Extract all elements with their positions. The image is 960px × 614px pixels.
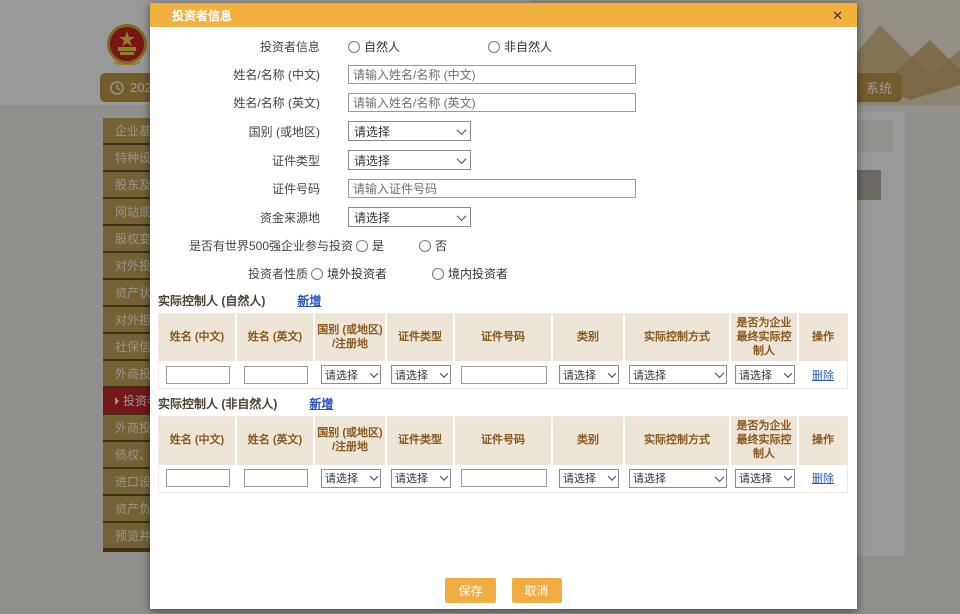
row-fortune500: 是否有世界500强企业参与投资 是 否 — [158, 236, 849, 255]
ctrl-name-en-input[interactable] — [244, 469, 308, 487]
chevron-down-icon — [457, 154, 467, 164]
chevron-down-icon — [370, 472, 378, 480]
modal-body: 投资者信息 自然人 非自然人 姓名/名称 (中文) 姓名/名称 (英文) 国别 … — [150, 27, 857, 493]
ctrl-cert-no-input[interactable] — [461, 366, 547, 384]
table-row: 请选择 请选择 请选择 请选择 请选择 删除 — [159, 361, 847, 388]
radio-fortune500-no[interactable]: 否 — [419, 237, 447, 254]
add-nonnatural-controller-link[interactable]: 新增 — [309, 395, 333, 412]
modal-footer: 保存 取消 — [150, 578, 857, 603]
cert-no-label: 证件号码 — [158, 180, 320, 197]
ctrl-name-en-input[interactable] — [244, 366, 308, 384]
chevron-down-icon — [608, 472, 616, 480]
section-title: 实际控制人 (自然人) — [158, 292, 265, 309]
radio-fortune500-yes[interactable]: 是 — [356, 237, 384, 254]
chevron-down-icon — [715, 368, 725, 378]
table-header-row: 姓名 (中文) 姓名 (英文) 国别 (或地区) /注册地 证件类型 证件号码 … — [159, 417, 847, 464]
radio-icon — [488, 41, 500, 53]
ctrl-cert-no-input[interactable] — [461, 469, 547, 487]
table-row: 请选择 请选择 请选择 请选择 请选择 删除 — [159, 465, 847, 492]
modal-titlebar: 投资者信息 ✕ — [150, 3, 857, 27]
cancel-button[interactable]: 取消 — [512, 578, 562, 603]
ctrl-ultimate-select[interactable]: 请选择 — [735, 469, 795, 488]
natural-controller-table: 姓名 (中文) 姓名 (英文) 国别 (或地区) /注册地 证件类型 证件号码 … — [158, 313, 848, 389]
add-natural-controller-link[interactable]: 新增 — [297, 292, 321, 309]
chevron-down-icon — [370, 369, 378, 377]
fortune500-label: 是否有世界500强企业参与投资 — [158, 237, 353, 254]
chevron-down-icon — [608, 369, 616, 377]
row-country: 国别 (或地区) 请选择 — [158, 121, 849, 141]
chevron-down-icon — [440, 472, 448, 480]
investor-info-modal: 投资者信息 ✕ 投资者信息 自然人 非自然人 姓名/名称 (中文) 姓名/名称 … — [150, 3, 857, 609]
row-investor-type: 投资者信息 自然人 非自然人 — [158, 37, 849, 56]
cert-type-label: 证件类型 — [158, 152, 320, 169]
ctrl-name-cn-input[interactable] — [166, 469, 230, 487]
country-select[interactable]: 请选择 — [348, 121, 471, 141]
row-name-en: 姓名/名称 (英文) — [158, 93, 849, 112]
chevron-down-icon — [784, 369, 792, 377]
row-investor-nature: 投资者性质 境外投资者 境内投资者 — [158, 264, 849, 283]
radio-icon — [432, 268, 444, 280]
cert-no-input[interactable] — [348, 179, 636, 198]
radio-domestic-investor[interactable]: 境内投资者 — [432, 265, 508, 282]
ctrl-category-select[interactable]: 请选择 — [559, 469, 619, 488]
radio-natural-person[interactable]: 自然人 — [348, 38, 400, 55]
fund-source-select[interactable]: 请选择 — [348, 207, 471, 227]
section-title: 实际控制人 (非自然人) — [158, 395, 277, 412]
ctrl-ultimate-select[interactable]: 请选择 — [735, 365, 795, 384]
modal-title: 投资者信息 — [172, 7, 832, 24]
name-cn-label: 姓名/名称 (中文) — [158, 66, 320, 83]
fund-source-label: 资金来源地 — [158, 209, 320, 226]
row-name-cn: 姓名/名称 (中文) — [158, 65, 849, 84]
ctrl-country-select[interactable]: 请选择 — [321, 469, 381, 488]
chevron-down-icon — [715, 472, 725, 482]
delete-row-link[interactable]: 删除 — [812, 470, 834, 486]
row-cert-no: 证件号码 — [158, 179, 849, 198]
nonnatural-controller-table: 姓名 (中文) 姓名 (英文) 国别 (或地区) /注册地 证件类型 证件号码 … — [158, 416, 848, 492]
radio-icon — [356, 240, 368, 252]
radio-icon — [311, 268, 323, 280]
cert-type-select[interactable]: 请选择 — [348, 150, 471, 170]
ctrl-name-cn-input[interactable] — [166, 366, 230, 384]
row-fund-source: 资金来源地 请选择 — [158, 207, 849, 227]
chevron-down-icon — [440, 369, 448, 377]
name-cn-input[interactable] — [348, 65, 636, 84]
name-en-input[interactable] — [348, 93, 636, 112]
chevron-down-icon — [457, 125, 467, 135]
table-header-row: 姓名 (中文) 姓名 (英文) 国别 (或地区) /注册地 证件类型 证件号码 … — [159, 314, 847, 361]
ctrl-method-select[interactable]: 请选择 — [629, 469, 727, 488]
close-icon[interactable]: ✕ — [832, 9, 843, 22]
ctrl-cert-type-select[interactable]: 请选择 — [391, 365, 451, 384]
ctrl-cert-type-select[interactable]: 请选择 — [391, 469, 451, 488]
radio-non-natural-person[interactable]: 非自然人 — [488, 38, 552, 55]
ctrl-category-select[interactable]: 请选择 — [559, 365, 619, 384]
save-button[interactable]: 保存 — [445, 578, 495, 603]
section-natural-controller: 实际控制人 (自然人) 新增 — [158, 292, 849, 309]
delete-row-link[interactable]: 删除 — [812, 367, 834, 383]
chevron-down-icon — [457, 211, 467, 221]
name-en-label: 姓名/名称 (英文) — [158, 94, 320, 111]
investor-nature-label: 投资者性质 — [158, 265, 308, 282]
ctrl-country-select[interactable]: 请选择 — [321, 365, 381, 384]
radio-icon — [348, 41, 360, 53]
ctrl-method-select[interactable]: 请选择 — [629, 365, 727, 384]
section-nonnatural-controller: 实际控制人 (非自然人) 新增 — [158, 395, 849, 412]
radio-overseas-investor[interactable]: 境外投资者 — [311, 265, 387, 282]
row-cert-type: 证件类型 请选择 — [158, 150, 849, 170]
radio-icon — [419, 240, 431, 252]
investor-type-label: 投资者信息 — [158, 38, 320, 55]
country-label: 国别 (或地区) — [158, 123, 320, 140]
chevron-down-icon — [784, 472, 792, 480]
